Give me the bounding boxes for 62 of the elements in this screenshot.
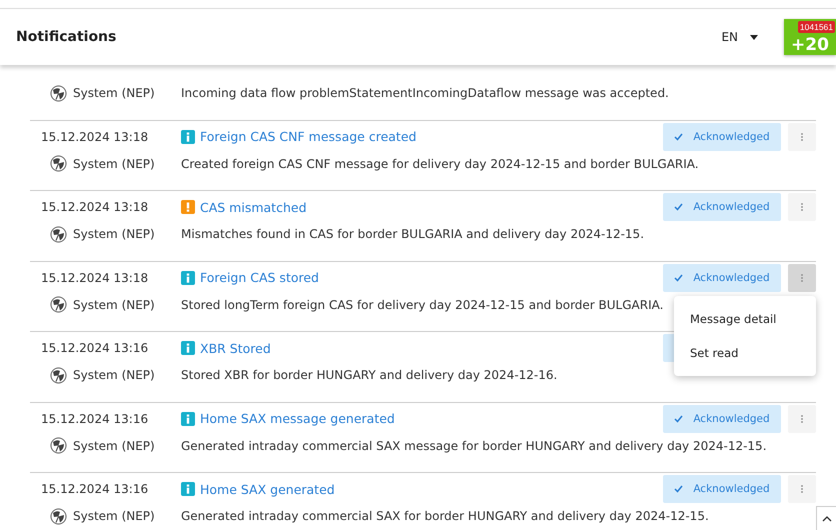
globe-icon bbox=[50, 84, 67, 102]
chevron-up-icon bbox=[822, 516, 832, 522]
notification-message: Generated intraday commercial SAX message for border HUNGARY and delivery day 2024-12-15. bbox=[181, 438, 767, 452]
page-title: Notifications bbox=[15, 29, 118, 45]
sender-name: System (NEP) bbox=[73, 368, 155, 382]
check-icon bbox=[674, 485, 684, 493]
info-icon bbox=[181, 482, 195, 496]
globe-icon bbox=[50, 366, 67, 384]
warning-icon bbox=[181, 200, 195, 214]
notification-title-link[interactable]: Home SAX message generated bbox=[200, 411, 663, 426]
notification-date: 15.12.2024 13:16 bbox=[41, 412, 150, 426]
globe-icon bbox=[50, 508, 67, 524]
notification-date: 15.12.2024 13:18 bbox=[41, 130, 150, 144]
globe-icon bbox=[50, 226, 67, 242]
notification-title-link[interactable]: Home SAX generated bbox=[200, 482, 663, 496]
notification-title-link[interactable]: Foreign CAS CNF message created bbox=[200, 129, 663, 144]
globe-icon bbox=[50, 155, 67, 172]
globe-icon bbox=[50, 437, 67, 454]
notification-title-link[interactable]: CAS mismatched bbox=[200, 200, 663, 214]
more-menu-button[interactable] bbox=[788, 264, 816, 292]
info-icon bbox=[181, 412, 195, 426]
count-badge: 1041561 bbox=[798, 21, 835, 33]
info-icon bbox=[181, 130, 195, 144]
sender-name: System (NEP) bbox=[73, 86, 155, 100]
acknowledged-button[interactable]: Acknowledged bbox=[663, 122, 781, 150]
notification-message: Stored XBR for border HUNGARY and delivery day 2024-12-16. bbox=[181, 368, 558, 382]
notification-message: Incoming data flow problemStatementIncomingDataflow message was accepted. bbox=[181, 86, 669, 100]
scroll-top-button[interactable] bbox=[816, 506, 836, 530]
check-icon bbox=[674, 414, 684, 422]
globe-icon bbox=[50, 296, 67, 313]
acknowledged-button[interactable]: Acknowledged bbox=[663, 475, 781, 503]
more-menu-button[interactable] bbox=[788, 122, 816, 150]
info-icon bbox=[181, 341, 195, 355]
sender-name: System (NEP) bbox=[73, 227, 155, 241]
notification-message: Created foreign CAS CNF message for delivery day 2024-12-15 and border BULGARIA. bbox=[181, 156, 699, 170]
check-icon bbox=[674, 132, 684, 140]
menu-item[interactable]: Message detail bbox=[674, 302, 816, 336]
notification-date: 15.12.2024 13:18 bbox=[41, 270, 150, 284]
more-menu-button[interactable] bbox=[788, 193, 816, 221]
notification-title-link[interactable]: XBR Stored bbox=[200, 340, 663, 356]
acknowledged-button[interactable]: Acknowledged bbox=[663, 193, 781, 221]
check-icon bbox=[674, 203, 684, 211]
info-icon bbox=[181, 270, 195, 284]
caret-icon bbox=[750, 34, 758, 40]
notification-date: 15.12.2024 13:18 bbox=[41, 200, 150, 214]
acknowledged-button[interactable]: Acknowledged bbox=[663, 404, 781, 432]
more-menu-button[interactable] bbox=[788, 404, 816, 432]
acknowledged-button[interactable]: Acknowledged bbox=[663, 264, 781, 292]
notification-date: 15.12.2024 13:16 bbox=[41, 482, 150, 496]
sender-name: System (NEP) bbox=[73, 156, 155, 170]
notification-title-link[interactable]: Foreign CAS stored bbox=[200, 270, 663, 285]
language-selector[interactable]: EN bbox=[717, 26, 762, 48]
notification-message: Generated intraday commercial SAX for border HUNGARY and delivery day 2024-12-15. bbox=[181, 509, 709, 523]
sender-name: System (NEP) bbox=[73, 438, 155, 452]
counter-tile[interactable]: +20 1041561 bbox=[784, 19, 836, 55]
check-icon bbox=[674, 274, 684, 282]
sender-name: System (NEP) bbox=[73, 298, 155, 312]
notification-message: Mismatches found in CAS for border BULGARIA and delivery day 2024-12-15. bbox=[181, 227, 644, 241]
menu-item[interactable]: Set read bbox=[674, 336, 816, 370]
notification-date: 15.12.2024 13:16 bbox=[41, 341, 150, 355]
notification-message: Stored longTerm foreign CAS for delivery day 2024-12-15 and border BULGARIA. bbox=[181, 298, 664, 312]
sender-name: System (NEP) bbox=[73, 509, 155, 523]
